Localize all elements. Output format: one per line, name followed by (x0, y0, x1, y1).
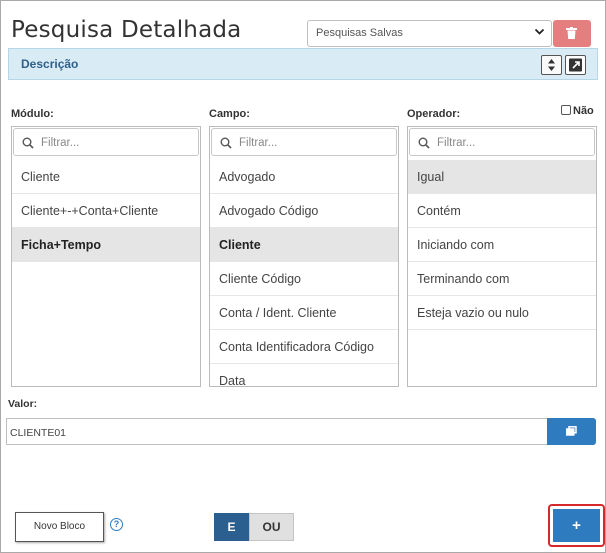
help-icon[interactable]: ? (110, 518, 123, 531)
description-bar[interactable]: Descrição (8, 48, 598, 80)
campo-panel: Filtrar... Advogado Advogado Código Client… (209, 126, 399, 387)
operador-list-item[interactable]: Contém (408, 194, 596, 228)
add-highlight: + (548, 504, 605, 547)
operador-list-item[interactable]: Iniciando com (408, 228, 596, 262)
campo-list-item[interactable]: Cliente Código (210, 262, 398, 296)
nao-checkbox[interactable]: Não (561, 105, 594, 117)
novo-bloco-button[interactable]: Novo Bloco (15, 512, 104, 542)
chevron-down-icon (534, 26, 545, 40)
checkbox-icon (561, 105, 571, 115)
add-button[interactable]: + (553, 509, 600, 542)
operador-filter-placeholder: Filtrar... (437, 137, 476, 149)
modulo-label: Módulo: (11, 108, 54, 120)
campo-filter-placeholder: Filtrar... (239, 137, 278, 149)
modulo-list-item[interactable]: Cliente (12, 160, 200, 194)
operador-list-item[interactable]: Terminando com (408, 262, 596, 296)
sort-button[interactable] (541, 55, 562, 75)
modulo-list-item[interactable]: Cliente+-+Conta+Cliente (12, 194, 200, 228)
operador-label: Operador: (407, 108, 461, 120)
campo-list-item[interactable]: Conta Identificadora Código (210, 330, 398, 364)
or-toggle-button[interactable]: OU (249, 513, 294, 541)
operador-list-item[interactable]: Esteja vazio ou nulo (408, 296, 596, 330)
operador-filter-input[interactable]: Filtrar... (409, 128, 595, 156)
campo-list-item[interactable]: Advogado (210, 160, 398, 194)
description-label: Descrição (21, 57, 79, 71)
modulo-filter-input[interactable]: Filtrar... (13, 128, 199, 156)
search-icon (22, 137, 34, 149)
saved-searches-select[interactable]: Pesquisas Salvas (307, 20, 552, 47)
modulo-filter-placeholder: Filtrar... (41, 137, 80, 149)
delete-saved-search-button[interactable] (553, 20, 591, 47)
valor-label: Valor: (8, 398, 38, 410)
operador-list-item[interactable]: Igual (408, 160, 596, 194)
search-icon (418, 137, 430, 149)
trash-icon (566, 27, 577, 39)
window-restore-icon (566, 426, 577, 436)
campo-filter-input[interactable]: Filtrar... (211, 128, 397, 156)
modulo-list-item[interactable]: Ficha+Tempo (12, 228, 200, 262)
saved-searches-value: Pesquisas Salvas (316, 27, 403, 39)
modulo-list: Cliente Cliente+-+Conta+Cliente Ficha+Temp… (12, 160, 200, 262)
sort-icon (548, 59, 555, 71)
campo-label: Campo: (209, 108, 250, 120)
search-icon (220, 137, 232, 149)
valor-options-button[interactable] (547, 418, 596, 445)
campo-list: Advogado Advogado Código Cliente Cliente Có… (210, 160, 398, 386)
expand-button[interactable] (565, 55, 586, 75)
modulo-panel: Filtrar... Cliente Cliente+-+Conta+Client… (11, 126, 201, 387)
campo-list-item[interactable]: Advogado Código (210, 194, 398, 228)
external-link-icon (569, 58, 582, 72)
campo-list-item[interactable]: Conta / Ident. Cliente (210, 296, 398, 330)
operador-panel: Filtrar... Igual Contém Iniciando com Termi… (407, 126, 597, 387)
campo-list-item[interactable]: Cliente (210, 228, 398, 262)
valor-input[interactable]: CLIENTE01 (6, 418, 547, 445)
page-title: Pesquisa Detalhada (11, 17, 242, 43)
operador-list: Igual Contém Iniciando com Terminando com Es… (408, 160, 596, 330)
and-toggle-button[interactable]: E (214, 513, 249, 541)
nao-label: Não (573, 105, 594, 117)
campo-list-item[interactable]: Data (210, 364, 398, 386)
